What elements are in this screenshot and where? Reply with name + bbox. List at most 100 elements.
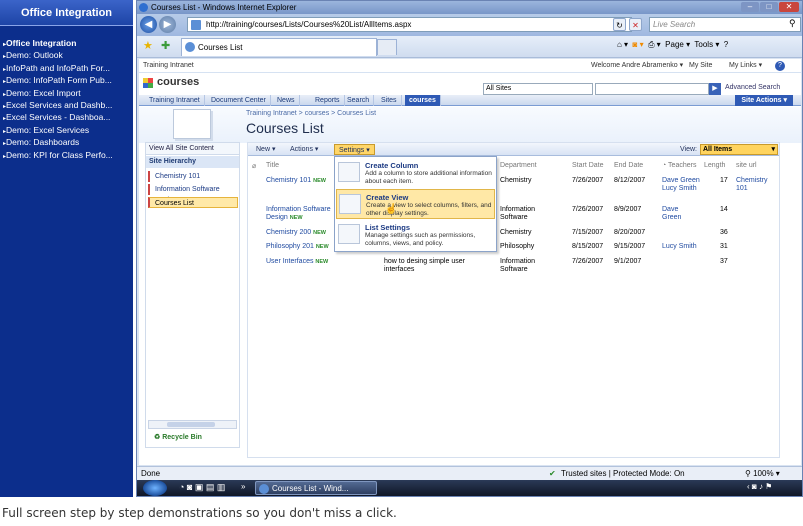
menu-item-create-view[interactable]: Create View Create a view to select colu… [336,189,495,219]
list-view: New ▾ Actions ▾ Settings ▾ View: All Ite… [247,142,780,458]
left-pane-item[interactable]: Demo: InfoPath Form Pub... [3,75,131,87]
quick-launch-item[interactable]: Chemistry 101 [148,171,238,182]
welcome-menu[interactable]: Welcome Andre Abramenko ▾ [591,59,683,73]
left-pane-item[interactable]: Office Integration [3,38,131,50]
recycle-bin-link[interactable]: ♻ Recycle Bin [154,433,202,441]
nav-tab[interactable]: Training Intranet [145,95,205,106]
search-go-icon[interactable]: ▶ [709,83,721,95]
minimize-button[interactable]: – [741,2,759,12]
nav-tab[interactable]: Sites [377,95,402,106]
feeds-icon[interactable]: ◙ ▾ [633,40,644,49]
start-button[interactable] [143,480,167,496]
menu-item-title: Create View [366,193,409,202]
browser-tab[interactable]: Courses List [181,38,377,56]
new-tab-button[interactable] [377,39,397,55]
home-icon[interactable]: ⌂ ▾ [617,40,628,49]
left-pane-item[interactable]: Demo: Outlook [3,50,131,62]
url-field[interactable]: http://training/courses/Lists/Courses%20… [187,17,632,32]
quick-launch-item[interactable]: Information Software Design [148,184,238,204]
settings-dropdown-menu: Create Column Add a column to store addi… [334,156,497,252]
settings-menu-button[interactable]: Settings ▾ [334,144,375,155]
column-header-end-date[interactable]: End Date [614,162,643,169]
menu-item-create-column[interactable]: Create Column Add a column to store addi… [336,158,495,188]
column-header-title[interactable]: Title [266,162,279,169]
back-icon[interactable]: ◀ [140,16,157,33]
page-icon [191,20,201,30]
row-teachers[interactable]: Lucy Smith [662,243,697,251]
my-site-link[interactable]: My Site [689,59,712,73]
live-search-input[interactable]: Live Search [649,17,801,32]
maximize-button[interactable]: □ [760,2,778,12]
column-header-start-date[interactable]: Start Date [572,162,604,169]
tools-menu[interactable]: Tools ▾ [694,40,719,49]
row-department: Information Software [500,258,536,273]
column-header-teachers[interactable]: ◔ Teachers [662,162,696,169]
scrollbar-thumb[interactable] [167,422,215,427]
site-actions-menu[interactable]: Site Actions ▾ [735,95,793,106]
zoom-control[interactable]: ⚲ 100% ▾ [745,467,780,480]
search-scope-select[interactable]: All Sites [483,83,593,95]
left-pane-item[interactable]: Demo: Excel Services [3,125,131,137]
actions-menu-button[interactable]: Actions ▾ [286,144,322,155]
taskbar-ie-icon [259,484,269,494]
tray-icons[interactable]: ‹ ◙ ♪ ⚑ [747,482,772,491]
row-title-link[interactable]: User Interfaces NEW [266,258,328,266]
left-pane-item[interactable]: Demo: Excel Import [3,88,131,100]
search-icon[interactable]: ⚲ [789,18,796,29]
view-select[interactable]: All Items ▾ [700,144,778,155]
column-header-department[interactable]: Department [500,162,537,169]
close-button[interactable]: ✕ [779,2,799,12]
row-title-link[interactable]: Chemistry 101 NEW [266,177,326,185]
left-pane-item[interactable]: Demo: Dashboards [3,137,131,149]
left-pane-item[interactable]: Demo: KPI for Class Perfo... [3,150,131,162]
nav-tab[interactable]: Search [343,95,375,106]
stop-icon[interactable]: ✕ [629,18,642,31]
security-zone[interactable]: Trusted sites | Protected Mode: On [561,467,685,480]
nav-tab-courses[interactable]: courses [405,95,441,106]
command-bar: ⌂ ▾ ◙ ▾ ⎙ ▾ Page ▾ Tools ▾ ? [617,40,728,50]
row-start-date: 8/15/2007 [572,243,604,250]
row-site-url[interactable]: Chemistry 101 [736,177,776,193]
row-teachers[interactable]: Dave Green Lucy Smith [662,177,700,193]
nav-tab[interactable]: Reports [311,95,345,106]
more-icon[interactable]: » [241,482,245,491]
left-pane-item[interactable]: InfoPath and InfoPath For... [3,63,131,75]
column-header-length[interactable]: Length [704,162,725,169]
nav-tab[interactable]: Document Center [207,95,271,106]
menu-item-list-settings[interactable]: List Settings Manage settings such as pe… [336,220,495,250]
left-pane-item[interactable]: Excel Services - Dashboa... [3,112,131,124]
left-pane-item[interactable]: Excel Services and Dashb... [3,100,131,112]
page-menu-label: Page [665,40,684,49]
quick-launch: View All Site Content Site Hierarchy Che… [145,142,240,448]
forward-icon[interactable]: ▶ [159,16,176,33]
row-title-link[interactable]: Philosophy 201 NEW [266,243,329,251]
print-icon[interactable]: ⎙ ▾ [648,40,661,49]
nav-tab[interactable]: News [273,95,300,106]
row-title-link[interactable]: Chemistry 200 NEW [266,229,326,237]
my-links-menu[interactable]: My Links ▾ [729,59,762,73]
page-menu[interactable]: Page ▾ [665,40,690,49]
site-search-input[interactable] [595,83,709,95]
advanced-search-link[interactable]: Advanced Search [725,84,780,91]
breadcrumb[interactable]: Training Intranet > courses > Courses Li… [246,110,376,117]
taskbar-item[interactable]: Courses List - Wind... [255,481,377,495]
help-icon[interactable]: ? [775,61,785,71]
view-all-site-content-link[interactable]: View All Site Content [146,143,239,155]
add-favorites-icon[interactable]: ✚ [161,39,170,52]
row-length: 31 [720,243,728,250]
refresh-icon[interactable]: ↻ [613,18,626,31]
quick-launch-item-selected[interactable]: Courses List [148,197,238,208]
view-value: All Items [703,146,733,153]
favorites-star-icon[interactable]: ★ [143,39,153,52]
column-header-site-url[interactable]: site url [736,162,757,169]
row-title-text: Chemistry 101 [266,177,312,184]
horizontal-scrollbar[interactable] [148,420,237,429]
quick-launch-icons[interactable]: ◔ ◙ ▣ ▤ ▥ [179,482,225,493]
row-length: 14 [720,206,728,213]
top-site-link[interactable]: Training Intranet [143,59,194,73]
row-length: 37 [720,258,728,265]
new-menu-button[interactable]: New ▾ [252,144,279,155]
help-icon[interactable]: ? [724,40,728,49]
row-teachers[interactable]: Dave Green [662,206,692,222]
row-title-link[interactable]: Information Software Design NEW [266,206,336,222]
